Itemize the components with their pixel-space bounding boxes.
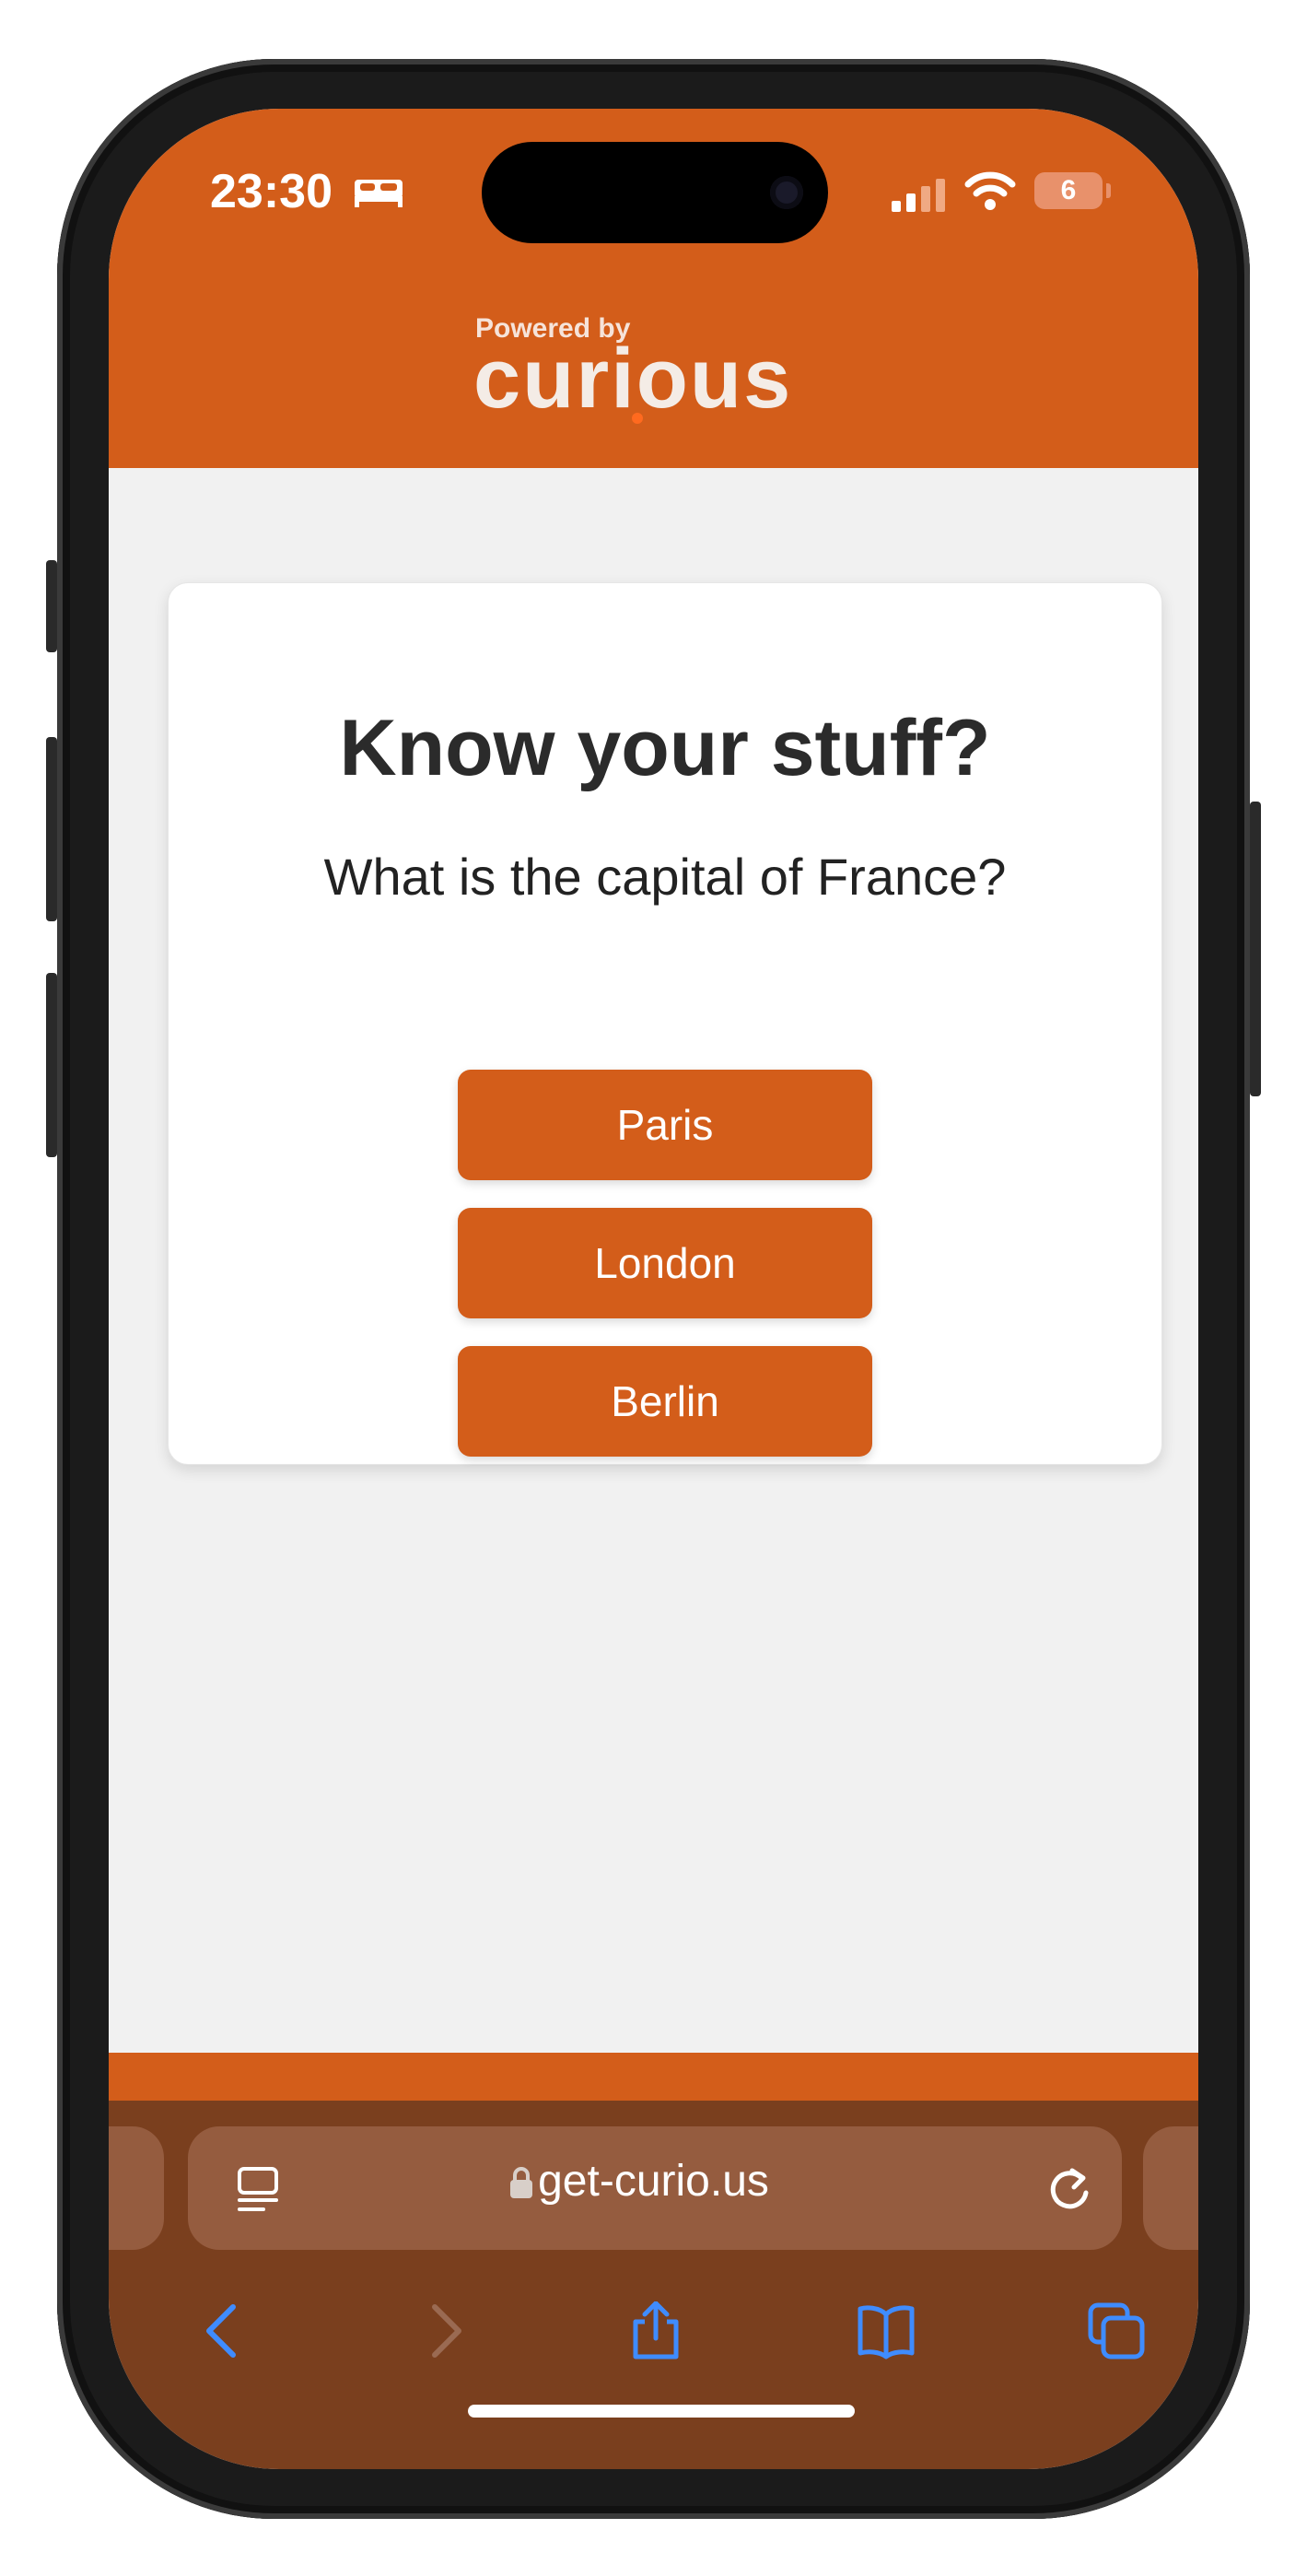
- brand-header: 23:30 6 Powered by curious: [109, 109, 1198, 468]
- brand-logo-dot: [632, 413, 643, 424]
- back-icon[interactable]: [196, 2301, 255, 2360]
- page-footer: [109, 2053, 1198, 2108]
- volume-up-button: [46, 737, 57, 921]
- volume-down-button: [46, 973, 57, 1157]
- tabs-icon[interactable]: [1087, 2301, 1146, 2360]
- quiz-card: Know your stuff? What is the capital of …: [168, 582, 1162, 1465]
- quiz-title: Know your stuff?: [339, 704, 991, 792]
- home-indicator[interactable]: [468, 2405, 855, 2418]
- status-time: 23:30: [210, 165, 333, 218]
- answer-button-london[interactable]: London: [458, 1208, 872, 1318]
- quiz-question: What is the capital of France?: [323, 848, 1007, 906]
- phone-screen: 23:30 6 Powered by curious Know your stu…: [109, 109, 1198, 2469]
- reload-icon[interactable]: [1046, 2165, 1092, 2213]
- bookmarks-icon[interactable]: [857, 2301, 916, 2360]
- dynamic-island: [482, 142, 828, 243]
- answer-button-berlin[interactable]: Berlin: [458, 1346, 872, 1457]
- share-icon[interactable]: [626, 2301, 685, 2360]
- camera-icon: [770, 176, 803, 209]
- wifi-icon: [964, 171, 1016, 210]
- signal-icon: [892, 179, 945, 212]
- url-text[interactable]: get-curio.us: [109, 2156, 1198, 2207]
- action-button: [46, 560, 57, 652]
- forward-icon[interactable]: [414, 2301, 473, 2360]
- bed-icon: [355, 180, 403, 207]
- power-button: [1250, 802, 1261, 1096]
- battery-icon: 6: [1034, 172, 1103, 209]
- answer-button-paris[interactable]: Paris: [458, 1070, 872, 1180]
- battery-tip: [1106, 183, 1111, 198]
